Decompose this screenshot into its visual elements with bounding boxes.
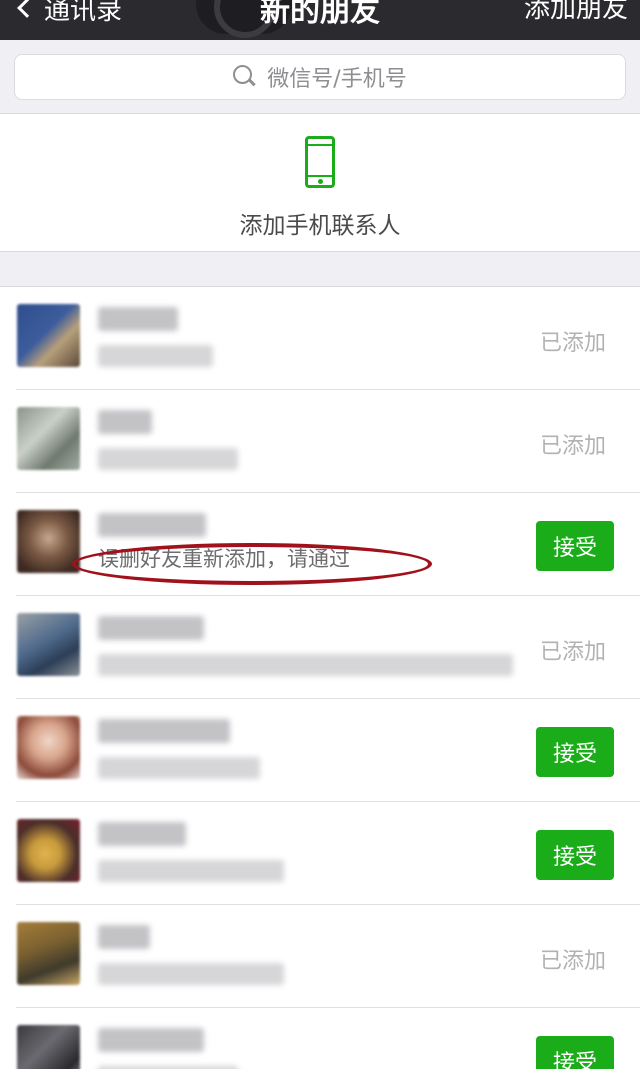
annotation-ellipse bbox=[72, 543, 432, 585]
add-phone-contacts-label: 添加手机联系人 bbox=[239, 213, 401, 239]
contact-message-blurred bbox=[98, 860, 284, 882]
avatar bbox=[17, 613, 80, 676]
accept-button[interactable]: 接受 bbox=[536, 830, 614, 880]
list-item[interactable]: 接受 bbox=[0, 802, 640, 905]
status-added-label: 已添加 bbox=[539, 949, 606, 974]
list-item[interactable]: 已添加 bbox=[0, 905, 640, 1008]
list-item[interactable]: 已添加 bbox=[0, 287, 640, 390]
contact-name-blurred bbox=[98, 822, 186, 846]
accept-button[interactable]: 接受 bbox=[536, 727, 614, 777]
contact-message-blurred bbox=[98, 654, 513, 676]
status-added-label: 已添加 bbox=[539, 434, 606, 459]
friend-request-list: 已添加 已添加 误删好友重新添加，请通过 接受 已添加 接受 接受 已添加 接受 bbox=[0, 286, 640, 1069]
list-item[interactable]: 误删好友重新添加，请通过 接受 bbox=[0, 493, 640, 596]
add-phone-contacts[interactable]: 添加手机联系人 bbox=[0, 114, 640, 252]
contact-name-blurred bbox=[98, 925, 150, 949]
avatar bbox=[17, 819, 80, 882]
contact-name-blurred bbox=[98, 616, 204, 640]
phone-icon bbox=[305, 136, 335, 188]
accept-button[interactable]: 接受 bbox=[536, 521, 614, 571]
list-item[interactable]: 已添加 bbox=[0, 390, 640, 493]
list-item[interactable]: 接受 bbox=[0, 1008, 640, 1069]
avatar bbox=[17, 510, 80, 573]
avatar bbox=[17, 407, 80, 470]
status-added-label: 已添加 bbox=[539, 640, 606, 665]
contact-name-blurred bbox=[98, 1028, 204, 1052]
contact-message-blurred bbox=[98, 963, 284, 985]
search-icon bbox=[233, 65, 257, 89]
search-bar: 微信号/手机号 bbox=[0, 40, 640, 114]
avatar bbox=[17, 922, 80, 985]
add-friend-button[interactable]: 添加朋友 bbox=[524, 0, 628, 25]
search-placeholder: 微信号/手机号 bbox=[267, 67, 407, 92]
nav-bar: 通讯录 新的朋友 添加朋友 bbox=[0, 0, 640, 40]
contact-message-blurred bbox=[98, 757, 260, 779]
list-item[interactable]: 已添加 bbox=[0, 596, 640, 699]
contact-message-blurred bbox=[98, 345, 213, 367]
avatar bbox=[17, 1025, 80, 1069]
contact-name-blurred bbox=[98, 513, 206, 537]
contact-name-blurred bbox=[98, 719, 230, 743]
search-input[interactable]: 微信号/手机号 bbox=[14, 54, 626, 100]
contact-name-blurred bbox=[98, 410, 152, 434]
accept-button[interactable]: 接受 bbox=[536, 1036, 614, 1069]
status-added-label: 已添加 bbox=[539, 331, 606, 356]
contact-name-blurred bbox=[98, 307, 178, 331]
contact-message-blurred bbox=[98, 448, 238, 470]
avatar bbox=[17, 716, 80, 779]
list-item[interactable]: 接受 bbox=[0, 699, 640, 802]
avatar bbox=[17, 304, 80, 367]
